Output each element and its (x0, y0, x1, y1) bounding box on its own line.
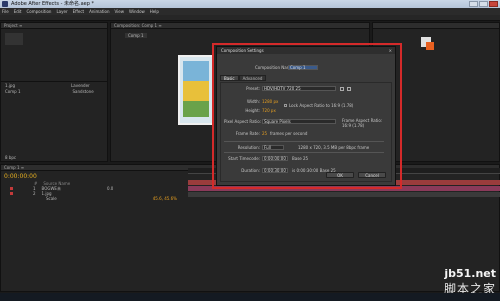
par-select[interactable]: Square Pixels (262, 119, 336, 124)
project-item[interactable]: Comp 1 Sandstone (5, 89, 94, 94)
tab-advanced[interactable]: Advanced (238, 75, 267, 81)
layer-color-icon (10, 187, 13, 190)
cancel-button[interactable]: Cancel (358, 172, 386, 178)
menu-effect[interactable]: Effect (73, 8, 85, 15)
duration-label: Duration: (241, 168, 260, 173)
delete-preset-icon[interactable] (347, 87, 351, 91)
timeline-property[interactable]: Scale 45.6, 45.6% (10, 196, 177, 201)
project-item-label: Lavender (71, 83, 90, 88)
color-swatch-fg[interactable] (426, 42, 434, 50)
divider (224, 152, 384, 153)
preset-select[interactable]: HDV/HDTV 720 25 (262, 86, 336, 91)
tools-bar (0, 15, 500, 21)
comp-tab[interactable]: Comp 1 (125, 33, 147, 38)
project-thumbnail (5, 33, 23, 45)
project-item-name: 1.jpg (5, 83, 16, 88)
fps-value[interactable]: 25 (262, 132, 267, 136)
menu-window[interactable]: Window (129, 8, 145, 15)
dialog-tabs: Basic Advanced (220, 75, 267, 81)
window-title: Adobe After Effects - 未命名.aep * (11, 1, 94, 7)
info-panel-header (373, 23, 499, 29)
menu-file[interactable]: File (2, 8, 9, 15)
maximize-button[interactable] (479, 1, 488, 7)
tab-basic[interactable]: Basic (220, 75, 239, 81)
height-label: Height: (245, 108, 260, 113)
par-label: Pixel Aspect Ratio: (224, 119, 261, 124)
lock-aspect-checkbox[interactable] (284, 104, 287, 107)
resolution-label: Resolution: (237, 145, 260, 150)
height-value[interactable]: 720 px (262, 109, 276, 113)
watermark-domain: jb51.net (444, 267, 496, 280)
menu-animation[interactable]: Animation (89, 8, 109, 15)
dialog-close-icon[interactable]: × (389, 47, 392, 54)
width-value[interactable]: 1280 px (262, 100, 278, 104)
duration-input[interactable]: 0:00:30:00 (262, 168, 288, 173)
dialog-titlebar: Composition Settings × (217, 47, 395, 54)
taskbar (0, 293, 500, 301)
window-controls (469, 1, 498, 7)
menu-bar: File Edit Composition Layer Effect Anima… (0, 8, 500, 15)
menu-layer[interactable]: Layer (56, 8, 67, 15)
comp-name-input[interactable]: Comp 1 (288, 65, 318, 70)
divider (224, 141, 384, 142)
frame-ar-value: 16:9 (1.78) (342, 123, 365, 128)
menu-view[interactable]: View (115, 8, 125, 15)
layer-extra: 0.0 (106, 186, 114, 191)
project-panel-header: Project ≡ (1, 23, 107, 29)
dialog-title: Composition Settings (221, 48, 264, 53)
app-icon (2, 1, 8, 7)
resolution-info: 1280 x 720, 3.5 MB per 8bpc frame (298, 145, 370, 150)
close-button[interactable] (489, 1, 498, 7)
menu-composition[interactable]: Composition (26, 8, 51, 15)
timeline-timecode[interactable]: 0:00:00:00 (4, 173, 37, 180)
project-panel: Project ≡ 1.jpg Lavender Comp 1 Sandston… (0, 22, 108, 162)
start-timecode-label: Start Timecode: (228, 156, 260, 161)
project-item-label: Sandstone (72, 89, 94, 94)
property-name: Scale (46, 196, 57, 201)
layer-color-icon (10, 192, 13, 195)
minimize-button[interactable] (469, 1, 478, 7)
menu-help[interactable]: Help (150, 8, 159, 15)
property-value[interactable]: 45.6, 45.6% (153, 196, 177, 201)
ok-button[interactable]: OK (326, 172, 354, 178)
menu-edit[interactable]: Edit (14, 8, 22, 15)
layer-bar[interactable] (188, 192, 500, 197)
window-titlebar: Adobe After Effects - 未命名.aep * (0, 0, 500, 8)
preview-image (183, 61, 209, 117)
project-bpc[interactable]: 8 bpc (5, 155, 16, 160)
start-timecode-input[interactable]: 0:00:00:00 (262, 156, 288, 161)
fps-label: Frame Rate: (235, 131, 260, 136)
width-label: Width: (247, 99, 260, 104)
lock-aspect-label: Lock Aspect Ratio to 16:9 (1.78) (289, 103, 354, 108)
composition-panel-header: Composition: Comp 1 ≡ (111, 23, 369, 29)
fps-unit: frames per second (270, 131, 308, 136)
save-preset-icon[interactable] (340, 87, 344, 91)
start-timecode-info: Base 25 (292, 156, 309, 161)
project-item-name: Comp 1 (5, 89, 21, 94)
preset-label: Preset: (246, 86, 260, 91)
resolution-select[interactable]: Full (262, 145, 284, 150)
comp-preview (178, 55, 214, 125)
project-item[interactable]: 1.jpg Lavender (5, 83, 90, 88)
